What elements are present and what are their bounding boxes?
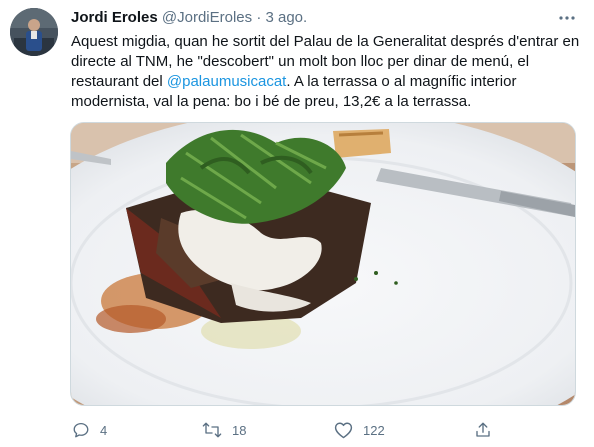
food-photo-image	[71, 123, 575, 405]
share-icon	[476, 422, 490, 437]
tweet-text: Aquest migdia, quan he sortit del Palau …	[71, 32, 581, 112]
author-handle[interactable]: @JordiEroles	[162, 9, 252, 26]
like-count: 122	[363, 422, 385, 438]
tweet-photo[interactable]	[70, 122, 576, 406]
like-button[interactable]: 122	[334, 418, 385, 442]
tweet[interactable]: Jordi Eroles @JordiEroles · 3 ago. Aques…	[0, 0, 594, 447]
retweet-button[interactable]: 18	[202, 418, 246, 442]
reply-count: 4	[100, 422, 108, 438]
tweet-header: Jordi Eroles @JordiEroles · 3 ago.	[71, 9, 307, 27]
author-name[interactable]: Jordi Eroles	[71, 9, 158, 26]
more-dots-icon	[559, 16, 575, 20]
retweet-count: 18	[232, 422, 247, 438]
reply-button[interactable]: 4	[72, 418, 107, 442]
more-options-button[interactable]	[556, 8, 578, 28]
share-button[interactable]	[474, 418, 492, 442]
tweet-actions: 4 18 122	[62, 418, 532, 442]
separator-dot: ·	[256, 9, 262, 26]
heart-icon	[334, 422, 353, 439]
tweet-date[interactable]: 3 ago.	[265, 9, 307, 26]
avatar[interactable]	[10, 8, 58, 56]
retweet-icon	[202, 422, 222, 438]
mention-link[interactable]: @palaumusicacat	[167, 73, 286, 90]
reply-icon	[73, 422, 89, 438]
